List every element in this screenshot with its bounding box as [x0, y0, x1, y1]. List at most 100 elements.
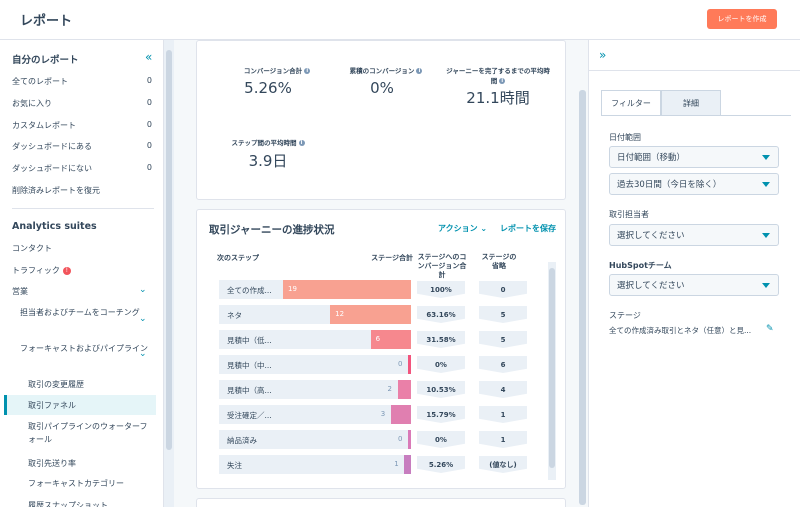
- stage-label: ステージ: [609, 311, 641, 320]
- funnel-bar[interactable]: [408, 430, 411, 449]
- chevron-down-icon[interactable]: ⌄: [139, 314, 147, 324]
- date-range-type-select[interactable]: 日付範囲（移動）: [609, 146, 779, 168]
- kpi-label-text: コンバージョン合計: [243, 67, 303, 75]
- sidebar-leaf-deal-change-history[interactable]: 取引の変更履歴: [28, 378, 148, 391]
- scrollbar-thumb[interactable]: [549, 268, 555, 468]
- collapse-sidebar-icon[interactable]: «: [145, 50, 152, 64]
- owner-select[interactable]: 選択してください: [609, 224, 779, 246]
- sidebar-divider: [12, 208, 154, 209]
- save-report-link[interactable]: レポートを保存: [500, 223, 556, 234]
- main-scrollbar[interactable]: [576, 40, 588, 507]
- item-label: 営業: [12, 287, 28, 296]
- panel-divider: [589, 70, 800, 71]
- sidebar-scrollbar[interactable]: [164, 40, 174, 507]
- funnel-bar-value: 2: [387, 385, 392, 393]
- funnel-bar-value: 12: [335, 310, 345, 318]
- sidebar-item-contacts[interactable]: コンタクト: [12, 243, 152, 254]
- skip-cell: 5: [479, 331, 527, 348]
- funnel-row-label: 全ての作成...: [227, 286, 272, 295]
- col-next-step: 次のステップ: [217, 254, 259, 262]
- kpi-card: コンバージョン合計 i 5.26% 累積のコンバージョン i 0% ジャーニーを完了…: [196, 40, 566, 200]
- sidebar-leaf-deal-push-rate[interactable]: 取引先送り率: [28, 457, 148, 470]
- info-icon[interactable]: i: [298, 140, 305, 146]
- funnel-scrollbar[interactable]: [548, 262, 556, 480]
- stage-value: 全ての作成済み取引とネタ（任意）と見...: [609, 326, 752, 335]
- actions-dropdown[interactable]: アクション ⌄: [438, 223, 487, 234]
- item-count: 0: [146, 141, 152, 150]
- sidebar-item-restore-deleted[interactable]: 削除済みレポートを復元: [12, 185, 152, 196]
- caret-down-icon: [762, 155, 770, 160]
- funnel-bar[interactable]: [390, 405, 411, 424]
- item-label: 全てのレポート: [12, 77, 68, 86]
- funnel-bar-value: 3: [380, 410, 386, 418]
- funnel-bar[interactable]: [404, 455, 411, 474]
- col-stage-total: ステージ合計: [371, 254, 413, 262]
- sidebar-item-custom-reports[interactable]: カスタムレポート 0: [12, 120, 152, 131]
- funnel-bar-value: 0: [398, 435, 403, 443]
- funnel-row-label: 失注: [227, 461, 242, 470]
- pencil-icon[interactable]: ✎: [766, 324, 774, 334]
- item-count: 0: [146, 163, 152, 172]
- chevron-down-icon[interactable]: ⌄: [139, 349, 147, 359]
- funnel-bar[interactable]: [397, 380, 411, 399]
- filter-panel: » フィルター 詳細 日付範囲 日付範囲（移動） 過去30日間（今日を除く） 取…: [588, 40, 800, 507]
- warning-icon: !: [62, 266, 71, 275]
- item-label: カスタムレポート: [12, 121, 76, 130]
- item-count: 0: [146, 76, 152, 85]
- select-value: 選択してください: [617, 281, 685, 291]
- item-count: 0: [146, 98, 152, 107]
- sidebar-leaf-pipeline-waterfall[interactable]: 取引パイプラインのウォーターフォール: [28, 420, 148, 446]
- tab-detail[interactable]: 詳細: [661, 90, 721, 116]
- funnel-bar-value: 19: [288, 285, 297, 293]
- conversion-cell: 63.16%: [417, 306, 465, 323]
- tab-underline: [601, 115, 791, 116]
- sidebar-item-sales[interactable]: 営業: [12, 286, 152, 297]
- chevron-down-icon[interactable]: ⌄: [139, 285, 147, 295]
- sidebar-leaf-history-snapshot[interactable]: 履歴スナップショット: [28, 499, 148, 507]
- sidebar-item-coaching[interactable]: 担当者およびチームをコーチング: [20, 306, 150, 319]
- skip-cell: 5: [479, 306, 527, 323]
- item-label: お気に入り: [12, 99, 52, 108]
- sidebar-item-favorites[interactable]: お気に入り 0: [12, 98, 152, 109]
- funnel-row-label: 見積中（高...: [227, 386, 272, 395]
- analytics-suites-title: Analytics suites: [12, 221, 97, 232]
- funnel-row[interactable]: [219, 455, 411, 474]
- scrollbar-thumb[interactable]: [166, 50, 172, 450]
- create-report-button[interactable]: レポートを作成: [707, 9, 777, 29]
- date-range-label: 日付範囲: [609, 133, 641, 142]
- kpi-label: ジャーニーを完了するまでの平均時間 i: [443, 65, 553, 85]
- sidebar-leaf-forecast-category[interactable]: フォーキャストカテゴリー: [28, 477, 148, 490]
- info-icon[interactable]: i: [499, 78, 506, 84]
- kpi-label: ステップ間の平均時間 i: [217, 137, 319, 147]
- sidebar-item-traffic[interactable]: トラフィック!: [12, 265, 152, 276]
- funnel-bar[interactable]: [408, 355, 411, 374]
- tab-filter[interactable]: フィルター: [601, 90, 661, 116]
- funnel-row-label: 見積中（低...: [227, 336, 272, 345]
- actions-label: アクション: [438, 224, 478, 233]
- skip-cell: 0: [479, 281, 527, 298]
- conversion-cell: 0%: [417, 431, 465, 448]
- left-sidebar: 自分のレポート « 全てのレポート 0 お気に入り 0 カスタムレポート 0 ダッシュ…: [0, 40, 164, 507]
- sidebar-item-forecast-pipeline[interactable]: フォーキャストおよびパイプライン: [20, 342, 150, 355]
- funnel-bar[interactable]: [283, 280, 411, 299]
- item-label: 削除済みレポートを復元: [12, 186, 100, 195]
- kpi-label-text: ステップ間の平均時間: [231, 139, 297, 147]
- team-select[interactable]: 選択してください: [609, 274, 779, 296]
- funnel-title: 取引ジャーニーの進捗状況: [209, 224, 335, 236]
- expand-panel-icon[interactable]: »: [599, 48, 606, 62]
- sidebar-item-not-on-dashboard[interactable]: ダッシュボードにない 0: [12, 163, 152, 174]
- date-range-value-select[interactable]: 過去30日間（今日を除く）: [609, 173, 779, 195]
- sidebar-leaf-deal-funnel[interactable]: 取引ファネル: [28, 399, 148, 412]
- funnel-row-label: 受注確定／...: [227, 411, 272, 420]
- select-value: 日付範囲（移動）: [617, 153, 686, 163]
- skip-cell: (値なし): [479, 456, 527, 473]
- info-icon[interactable]: i: [416, 68, 423, 74]
- caret-down-icon: [762, 283, 770, 288]
- kpi-label: 累積のコンバージョン i: [331, 65, 441, 75]
- sidebar-item-all-reports[interactable]: 全てのレポート 0: [12, 76, 152, 87]
- skip-cell: 1: [479, 431, 527, 448]
- sidebar-item-on-dashboard[interactable]: ダッシュボードにある 0: [12, 141, 152, 152]
- team-label: HubSpotチーム: [609, 261, 672, 270]
- scrollbar-thumb[interactable]: [579, 90, 586, 505]
- info-icon[interactable]: i: [304, 68, 311, 74]
